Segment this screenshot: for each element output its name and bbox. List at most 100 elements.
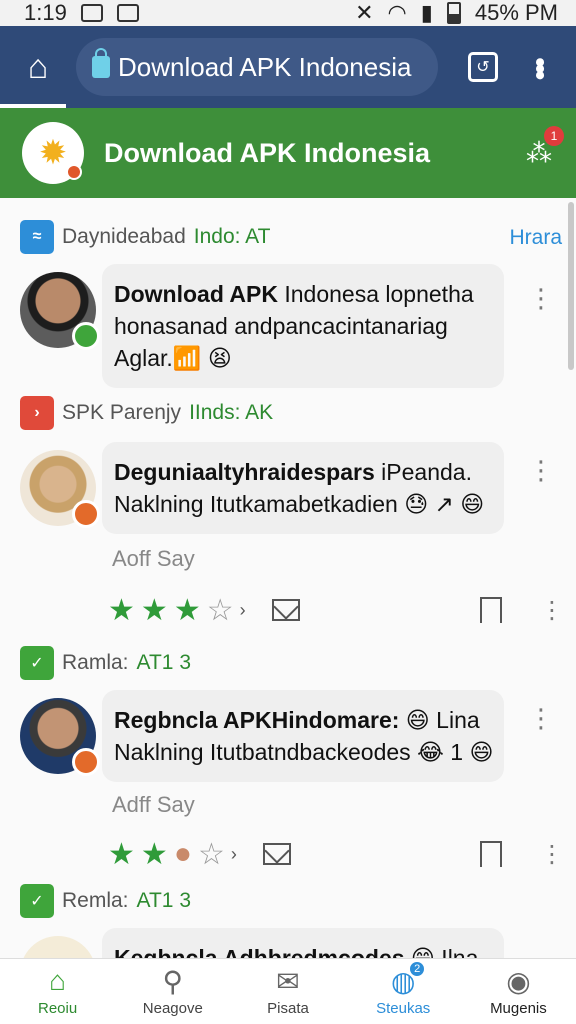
address-bar[interactable]: Download APK Indonesia	[76, 38, 438, 96]
online-badge	[72, 322, 100, 350]
post-title: Download APK	[114, 281, 278, 307]
group-subtitle: AT1 3	[136, 889, 191, 912]
post-actions: ★ ★ ★ ☆ › ⋮	[108, 590, 568, 630]
nav-label: Reoiu	[38, 1000, 78, 1017]
feed[interactable]: ≈ Daynideabad Indo: AT Hrara Download AP…	[0, 198, 576, 958]
address-text: Download APK Indonesia	[118, 51, 412, 82]
mail-icon[interactable]	[262, 843, 291, 865]
post-bubble[interactable]: Deguniaaltyhraidespars iPeanda. Naklning…	[102, 442, 554, 534]
group-link[interactable]: Hrara	[509, 226, 562, 250]
post-bubble[interactable]: Kegbncla Adhbredmcodes 😄 Ilna	[102, 928, 504, 958]
star-empty-icon[interactable]: ☆	[198, 837, 225, 872]
group-title: SPK Parenjy	[62, 401, 182, 424]
post-title: Regbncla APKHindomare:	[114, 707, 400, 733]
chat-icon: ◍ 2	[386, 960, 427, 997]
post-bubble[interactable]: Regbncla APKHindomare: 😄 Lina Naklning I…	[102, 690, 554, 782]
logo-badge	[66, 164, 82, 180]
star-icon[interactable]: ★	[174, 593, 201, 628]
group-subtitle: AT1 3	[136, 651, 191, 674]
nav-profile[interactable]: ◉ Mugenis	[461, 959, 576, 1024]
mute-icon: ✕	[355, 0, 374, 25]
post: Regbncla APKHindomare: 😄 Lina Naklning I…	[20, 690, 554, 790]
group-icon: ≈	[20, 220, 54, 254]
group-subtitle: Indo: AT	[193, 225, 271, 248]
star-empty-icon[interactable]: ☆	[207, 593, 234, 628]
group-icon: ✓	[20, 646, 54, 680]
star-icon[interactable]: ★	[108, 593, 135, 628]
battery-icon	[446, 2, 461, 24]
group-icon: ✓	[20, 884, 54, 918]
group-header[interactable]: ✓ Ramla: AT1 3	[20, 646, 191, 680]
battery-text: 45% PM	[474, 0, 558, 25]
bookmark-icon[interactable]	[480, 841, 502, 867]
post-meta: Adff Say	[112, 792, 195, 817]
search-icon: ⚲	[162, 965, 184, 997]
group-header[interactable]: › SPK Parenjy IInds: AK	[20, 396, 273, 430]
home-icon[interactable]: ⌂	[14, 43, 62, 91]
status-badge	[72, 500, 100, 528]
group-subtitle: IInds: AK	[189, 401, 274, 424]
post: Deguniaaltyhraidespars iPeanda. Naklning…	[20, 442, 554, 542]
post-bubble[interactable]: Download APK Indonesa lopnetha honasanad…	[102, 264, 554, 388]
post-text: 😄 Ilna	[404, 945, 479, 958]
group-title: Daynideabad	[62, 225, 186, 248]
post-title: Deguniaaltyhraidespars	[114, 459, 375, 485]
mail-icon[interactable]	[271, 599, 300, 621]
post-meta: Aoff Say	[112, 546, 195, 571]
scrollbar[interactable]	[568, 202, 574, 370]
avatar[interactable]	[20, 936, 96, 958]
post: Kegbncla Adhbredmcodes 😄 Ilna	[20, 928, 504, 958]
more-options-icon[interactable]: ⋮	[540, 840, 564, 869]
avatar[interactable]	[20, 450, 100, 528]
tabs-icon[interactable]: ↺	[468, 52, 498, 82]
page-title: Download APK Indonesia	[104, 137, 431, 168]
group-icon: ›	[20, 396, 54, 430]
wifi-icon: ◠	[387, 0, 407, 25]
more-options-icon[interactable]: ⋮	[528, 457, 554, 483]
nav-search[interactable]: ⚲ Neagove	[115, 959, 230, 1024]
share-icon[interactable]: ⁂ 1	[526, 126, 564, 168]
more-options-icon[interactable]: ⋮	[540, 596, 564, 625]
nav-label: Neagove	[142, 1000, 203, 1017]
mail-icon: ✉	[276, 965, 300, 997]
browser-toolbar: ⌂ Download APK Indonesia ↺ •••	[0, 26, 576, 108]
star-icon[interactable]: ★	[141, 593, 168, 628]
chat-badge: 2	[408, 960, 427, 978]
nav-home[interactable]: ⌂ Reoiu	[0, 959, 115, 1024]
chevron-right-icon[interactable]: ›	[240, 600, 246, 621]
avatar-icon[interactable]: ●	[174, 837, 192, 871]
more-options-icon[interactable]: ⋮	[528, 705, 554, 731]
bookmark-icon[interactable]	[480, 597, 502, 623]
app-header: ✹ Download APK Indonesia ⁂ 1	[0, 108, 576, 198]
group-header[interactable]: ≈ Daynideabad Indo: AT	[20, 220, 270, 254]
nav-label: Steukas	[376, 1000, 431, 1017]
more-options-icon[interactable]: ⋮	[528, 285, 554, 311]
avatar[interactable]	[20, 698, 100, 776]
avatar[interactable]	[20, 272, 100, 350]
notification-icon	[80, 4, 103, 22]
share-badge: 1	[544, 126, 564, 146]
nav-chat[interactable]: ◍ 2 Steukas	[346, 959, 461, 1024]
image-notification-icon	[116, 4, 139, 22]
status-badge	[72, 748, 100, 776]
nav-label: Mugenis	[490, 1000, 547, 1017]
post-title: Kegbncla Adhbredmcodes	[114, 945, 405, 958]
nav-label: Pisata	[267, 1000, 309, 1017]
overflow-menu-icon[interactable]: •••	[523, 57, 556, 77]
star-icon[interactable]: ★	[141, 837, 168, 872]
app-logo[interactable]: ✹	[22, 122, 84, 184]
post: Download APK Indonesa lopnetha honasanad…	[20, 264, 554, 388]
gear-icon: ✹	[38, 134, 68, 172]
chevron-right-icon[interactable]: ›	[231, 844, 237, 865]
profile-icon: ◉	[506, 965, 531, 997]
status-bar: 1:19 ✕ ◠ ▮ 45% PM	[0, 0, 576, 26]
signal-icon: ▮	[420, 0, 433, 25]
lock-icon	[92, 48, 110, 78]
group-header[interactable]: ✓ Remla: AT1 3	[20, 884, 191, 918]
star-icon[interactable]: ★	[108, 837, 135, 872]
bottom-navigation: ⌂ Reoiu ⚲ Neagove ✉ Pisata ◍ 2 Steukas ◉…	[0, 958, 576, 1024]
group-title: Ramla:	[62, 651, 129, 674]
nav-mail[interactable]: ✉ Pisata	[230, 959, 345, 1024]
home-icon: ⌂	[49, 965, 67, 996]
group-title: Remla:	[62, 889, 129, 912]
